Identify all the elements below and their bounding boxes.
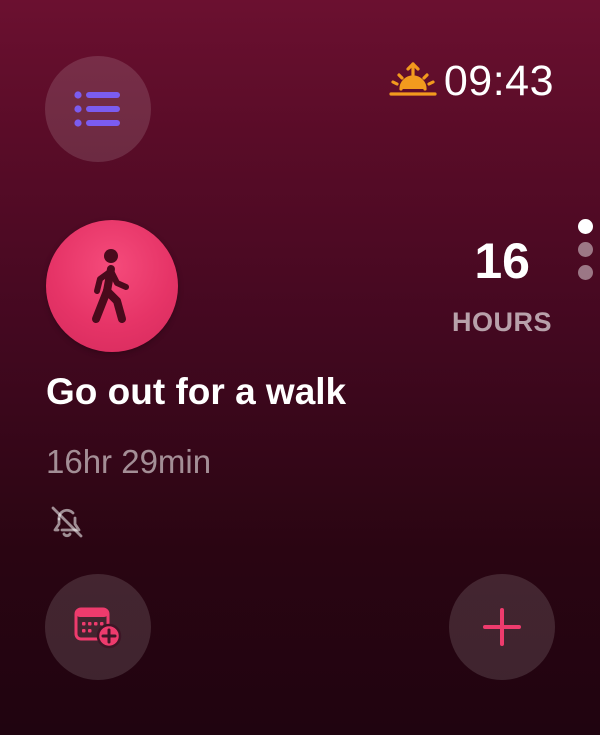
calendar-add-button[interactable]	[45, 574, 151, 680]
plus-icon	[483, 608, 521, 646]
clock-time: 09:43	[443, 56, 554, 105]
page-indicator	[578, 219, 593, 280]
list-icon	[74, 91, 120, 127]
list-button[interactable]	[45, 56, 151, 162]
activity-title: Go out for a walk	[46, 371, 347, 412]
sunrise-icon	[389, 62, 437, 96]
status-bar: 09:43	[388, 56, 554, 106]
watch-screen: 09:43 16 HOURS Go out for a walk 16hr 29…	[0, 0, 600, 735]
activity-duration: 16hr 29min	[46, 443, 212, 480]
hours-remaining-unit: HOURS	[451, 307, 552, 337]
walking-figure-icon	[92, 249, 129, 323]
add-button[interactable]	[449, 574, 555, 680]
page-dot-3	[578, 265, 593, 280]
activity-button[interactable]	[46, 220, 178, 352]
bell-slash-icon	[51, 506, 83, 538]
page-dot-2	[578, 242, 593, 257]
calendar-add-icon	[74, 607, 122, 649]
hours-remaining-value: 16	[474, 233, 530, 289]
page-dot-1	[578, 219, 593, 234]
